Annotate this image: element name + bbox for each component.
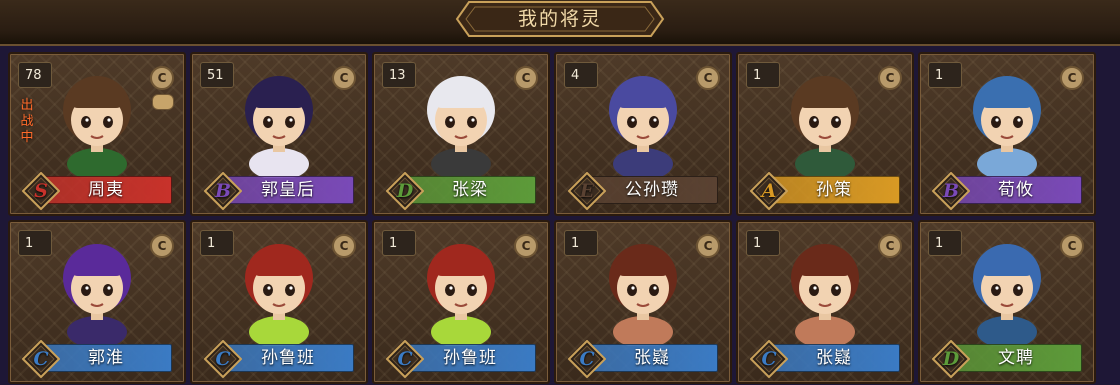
grade-badge: D bbox=[386, 172, 424, 210]
general-name: 张嶷 bbox=[816, 348, 852, 368]
coin-icon[interactable]: C bbox=[332, 234, 356, 258]
grade-letter: D bbox=[396, 180, 414, 202]
general-portrait-icon bbox=[957, 228, 1057, 350]
general-card[interactable]: 1 C 张嶷 C bbox=[554, 220, 732, 384]
grade-badge: B bbox=[204, 172, 242, 210]
grade-letter: A bbox=[761, 180, 777, 202]
grade-badge: E bbox=[568, 172, 606, 210]
deployed-status: 出战中 bbox=[20, 98, 34, 145]
general-name: 郭皇后 bbox=[261, 180, 315, 200]
grade-letter: B bbox=[214, 180, 232, 202]
level-badge: 13 bbox=[382, 62, 416, 88]
general-name: 张梁 bbox=[452, 180, 488, 200]
grade-letter: C bbox=[397, 348, 413, 370]
general-portrait-icon bbox=[593, 60, 693, 182]
grade-letter: C bbox=[215, 348, 231, 370]
grade-letter: E bbox=[579, 180, 595, 202]
coin-icon[interactable]: C bbox=[696, 66, 720, 90]
level-badge: 1 bbox=[746, 62, 780, 88]
coin-icon[interactable]: C bbox=[878, 234, 902, 258]
coin-icon[interactable]: C bbox=[332, 66, 356, 90]
general-name: 公孙瓒 bbox=[625, 180, 679, 200]
grade-letter: C bbox=[579, 348, 595, 370]
level-badge: 1 bbox=[928, 62, 962, 88]
general-portrait-icon bbox=[593, 228, 693, 350]
ingot-icon bbox=[152, 94, 174, 110]
top-bar: 我的将灵 bbox=[0, 0, 1120, 46]
coin-icon[interactable]: C bbox=[514, 66, 538, 90]
level-badge: 1 bbox=[18, 230, 52, 256]
general-card[interactable]: 78 C 出战中 周夷 S bbox=[8, 52, 186, 216]
page-title: 我的将灵 bbox=[517, 8, 602, 30]
general-portrait-icon bbox=[229, 60, 329, 182]
general-name: 张嶷 bbox=[634, 348, 670, 368]
general-card[interactable]: 1 C 荀攸 B bbox=[918, 52, 1096, 216]
grade-badge: S bbox=[22, 172, 60, 210]
grade-letter: S bbox=[34, 180, 48, 202]
general-name: 孙策 bbox=[816, 180, 852, 200]
general-portrait-icon bbox=[47, 228, 147, 350]
grade-badge: C bbox=[22, 340, 60, 378]
level-badge: 1 bbox=[382, 230, 416, 256]
general-portrait-icon bbox=[411, 60, 511, 182]
general-portrait-icon bbox=[775, 60, 875, 182]
general-card[interactable]: 1 C 孙鲁班 C bbox=[190, 220, 368, 384]
general-portrait-icon bbox=[229, 228, 329, 350]
general-portrait-icon bbox=[957, 60, 1057, 182]
level-badge: 51 bbox=[200, 62, 234, 88]
general-card[interactable]: 4 C 公孙瓒 E bbox=[554, 52, 732, 216]
level-badge: 1 bbox=[200, 230, 234, 256]
grade-badge: C bbox=[750, 340, 788, 378]
general-name: 文聘 bbox=[998, 348, 1034, 368]
general-grid: 78 C 出战中 周夷 S 51 C 郭皇后 B 13 C 张梁 D 4 C 公… bbox=[0, 46, 1120, 385]
coin-icon[interactable]: C bbox=[696, 234, 720, 258]
coin-icon[interactable]: C bbox=[878, 66, 902, 90]
general-card[interactable]: 1 C 郭淮 C bbox=[8, 220, 186, 384]
grade-badge: D bbox=[932, 340, 970, 378]
general-portrait-icon bbox=[411, 228, 511, 350]
general-name: 郭淮 bbox=[88, 348, 124, 368]
level-badge: 4 bbox=[564, 62, 598, 88]
general-card[interactable]: 1 C 张嶷 C bbox=[736, 220, 914, 384]
general-card[interactable]: 13 C 张梁 D bbox=[372, 52, 550, 216]
general-card[interactable]: 1 C 文聘 D bbox=[918, 220, 1096, 384]
grade-badge: C bbox=[204, 340, 242, 378]
general-card[interactable]: 1 C 孙鲁班 C bbox=[372, 220, 550, 384]
general-card[interactable]: 51 C 郭皇后 B bbox=[190, 52, 368, 216]
grade-letter: C bbox=[761, 348, 777, 370]
general-portrait-icon bbox=[775, 228, 875, 350]
coin-icon[interactable]: C bbox=[150, 66, 174, 90]
coin-icon[interactable]: C bbox=[1060, 66, 1084, 90]
grade-badge: B bbox=[932, 172, 970, 210]
general-name: 荀攸 bbox=[998, 180, 1034, 200]
grade-badge: C bbox=[568, 340, 606, 378]
level-badge: 1 bbox=[928, 230, 962, 256]
general-name: 孙鲁班 bbox=[261, 348, 315, 368]
grade-badge: C bbox=[386, 340, 424, 378]
general-card[interactable]: 1 C 孙策 A bbox=[736, 52, 914, 216]
level-badge: 1 bbox=[746, 230, 780, 256]
level-badge: 1 bbox=[564, 230, 598, 256]
grade-letter: D bbox=[942, 348, 960, 370]
coin-icon[interactable]: C bbox=[514, 234, 538, 258]
general-portrait-icon bbox=[47, 60, 147, 182]
title-plaque: 我的将灵 bbox=[455, 0, 665, 40]
grade-letter: C bbox=[33, 348, 49, 370]
level-badge: 78 bbox=[18, 62, 52, 88]
general-name: 孙鲁班 bbox=[443, 348, 497, 368]
coin-icon[interactable]: C bbox=[150, 234, 174, 258]
grade-letter: B bbox=[942, 180, 960, 202]
coin-icon[interactable]: C bbox=[1060, 234, 1084, 258]
grade-badge: A bbox=[750, 172, 788, 210]
general-name: 周夷 bbox=[88, 180, 124, 200]
